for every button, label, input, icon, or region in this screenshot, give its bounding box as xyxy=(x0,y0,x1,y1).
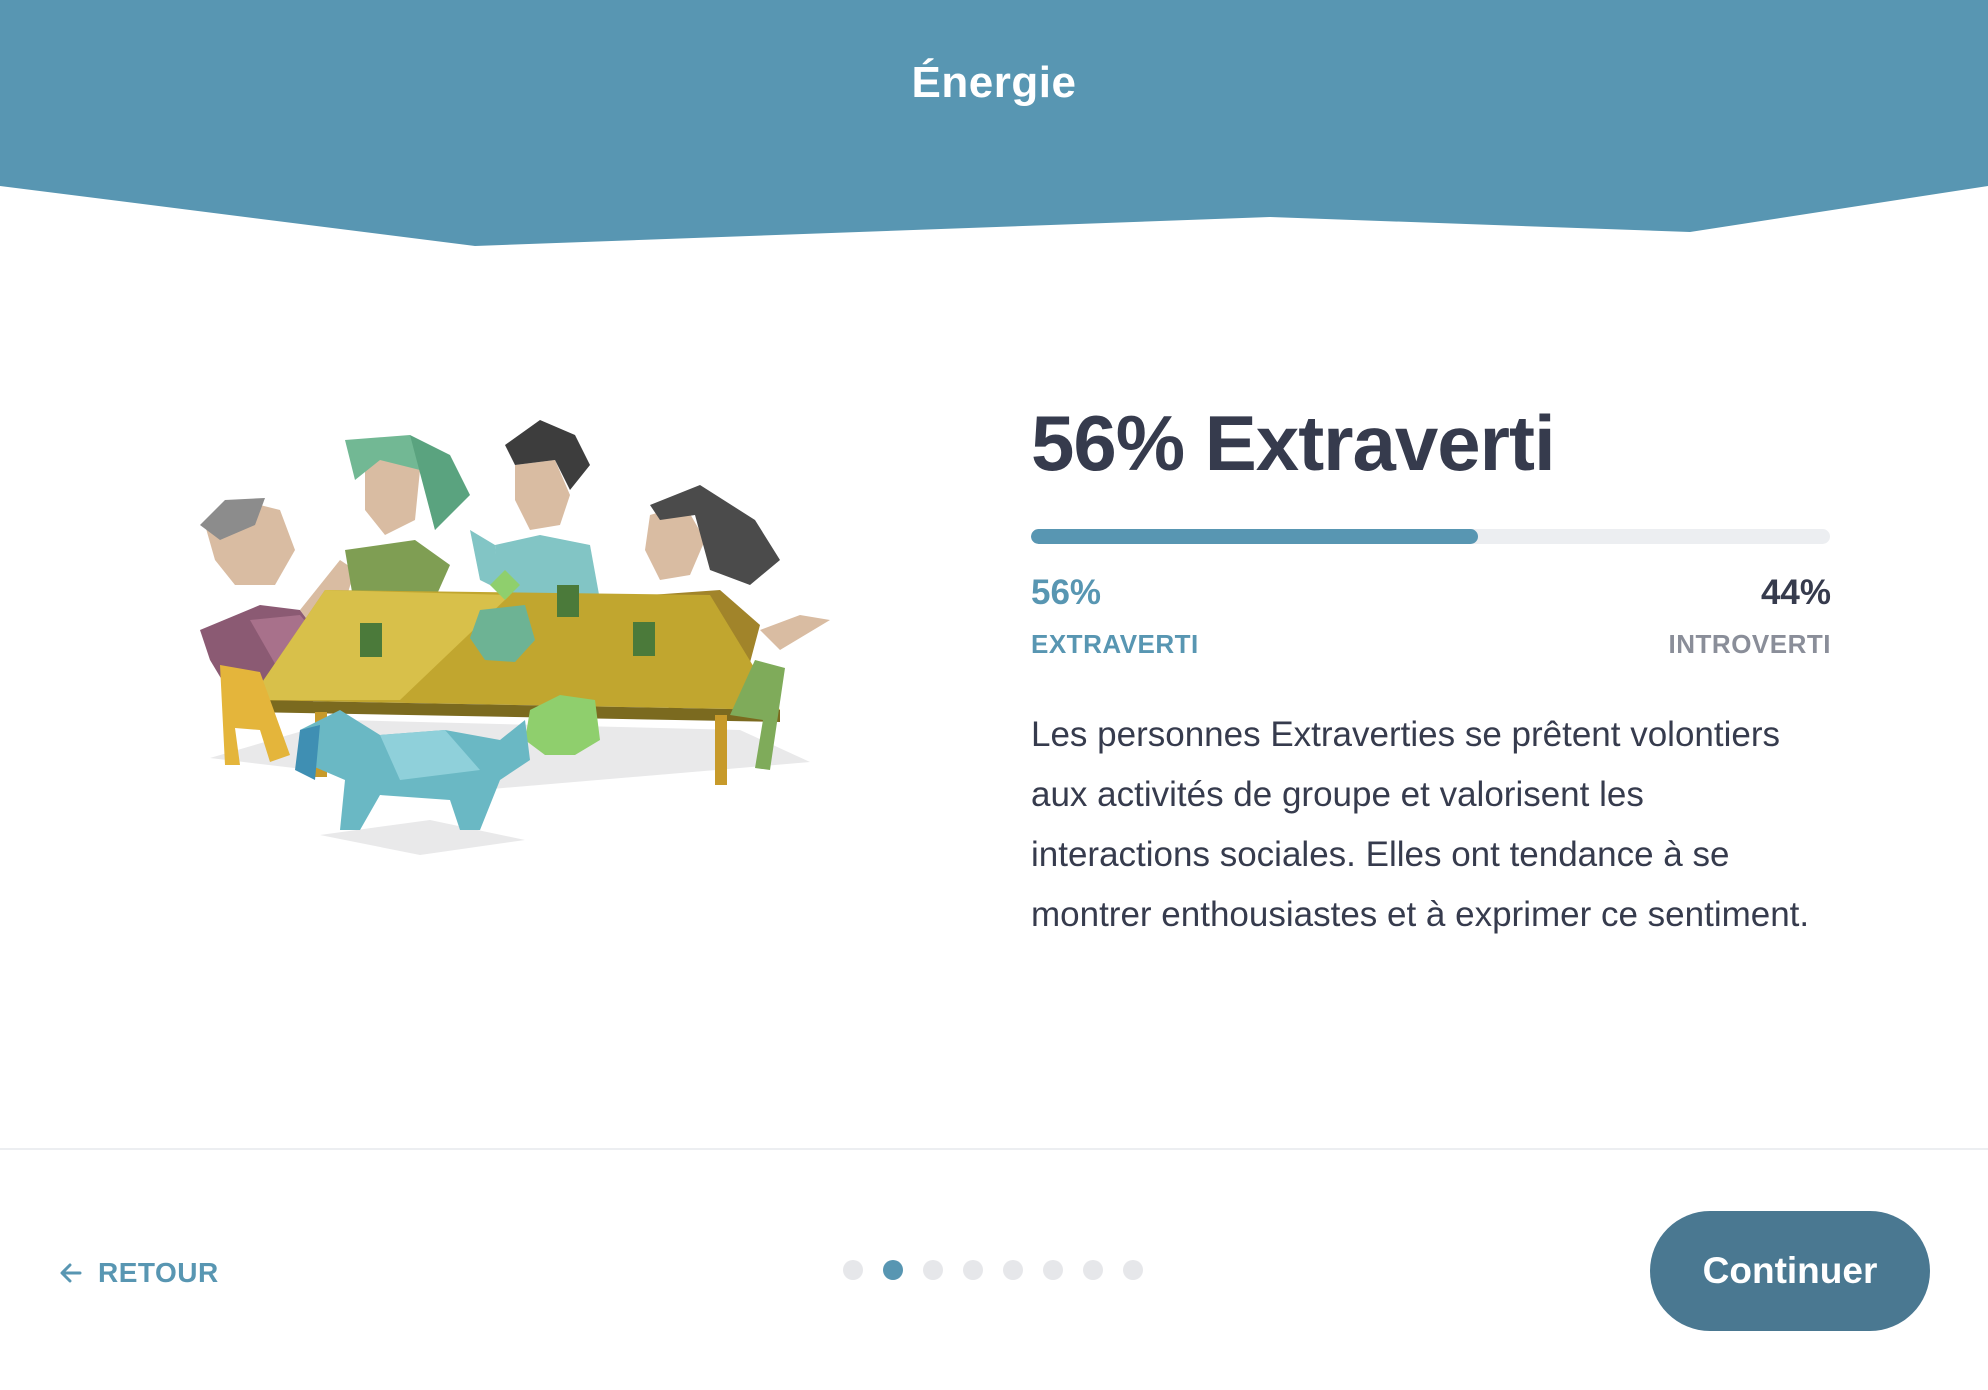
extravert-percent: 56% xyxy=(1031,573,1102,612)
pagination-dot[interactable] xyxy=(1043,1260,1063,1280)
introvert-percent: 44% xyxy=(1760,573,1831,612)
page-title: Énergie xyxy=(911,58,1077,107)
trait-progress-fill xyxy=(1031,529,1479,544)
arrow-left-icon xyxy=(60,1263,82,1283)
pagination-dot[interactable] xyxy=(1123,1260,1143,1280)
header-banner: Énergie xyxy=(0,0,1988,250)
footer-divider xyxy=(0,1148,1988,1150)
pagination-dot[interactable] xyxy=(963,1260,983,1280)
trait-description: Les personnes Extraverties se prêtent vo… xyxy=(1031,715,1810,934)
person-green xyxy=(345,435,470,610)
header-background xyxy=(0,0,1988,246)
extravert-label: EXTRAVERTI xyxy=(1031,629,1199,659)
pagination-dot[interactable] xyxy=(883,1260,903,1280)
back-button-label: RETOUR xyxy=(98,1257,219,1288)
back-button[interactable]: RETOUR xyxy=(58,1253,219,1293)
continue-button[interactable]: Continuer xyxy=(1650,1211,1930,1331)
person-center xyxy=(470,420,600,605)
group-conversation-illustration xyxy=(180,410,860,870)
result-title: 56% Extraverti xyxy=(1031,399,1556,487)
pagination-dot[interactable] xyxy=(923,1260,943,1280)
pagination-dot[interactable] xyxy=(1003,1260,1023,1280)
pagination-dot[interactable] xyxy=(1083,1260,1103,1280)
introvert-label: INTROVERTI xyxy=(1668,629,1831,659)
pagination-dots xyxy=(843,1260,1163,1282)
result-panel: 56% Extraverti 56% 44% EXTRAVERTI INTROV… xyxy=(1031,395,1831,934)
pagination-dot[interactable] xyxy=(843,1260,863,1280)
trait-progress-bar xyxy=(1031,529,1830,544)
